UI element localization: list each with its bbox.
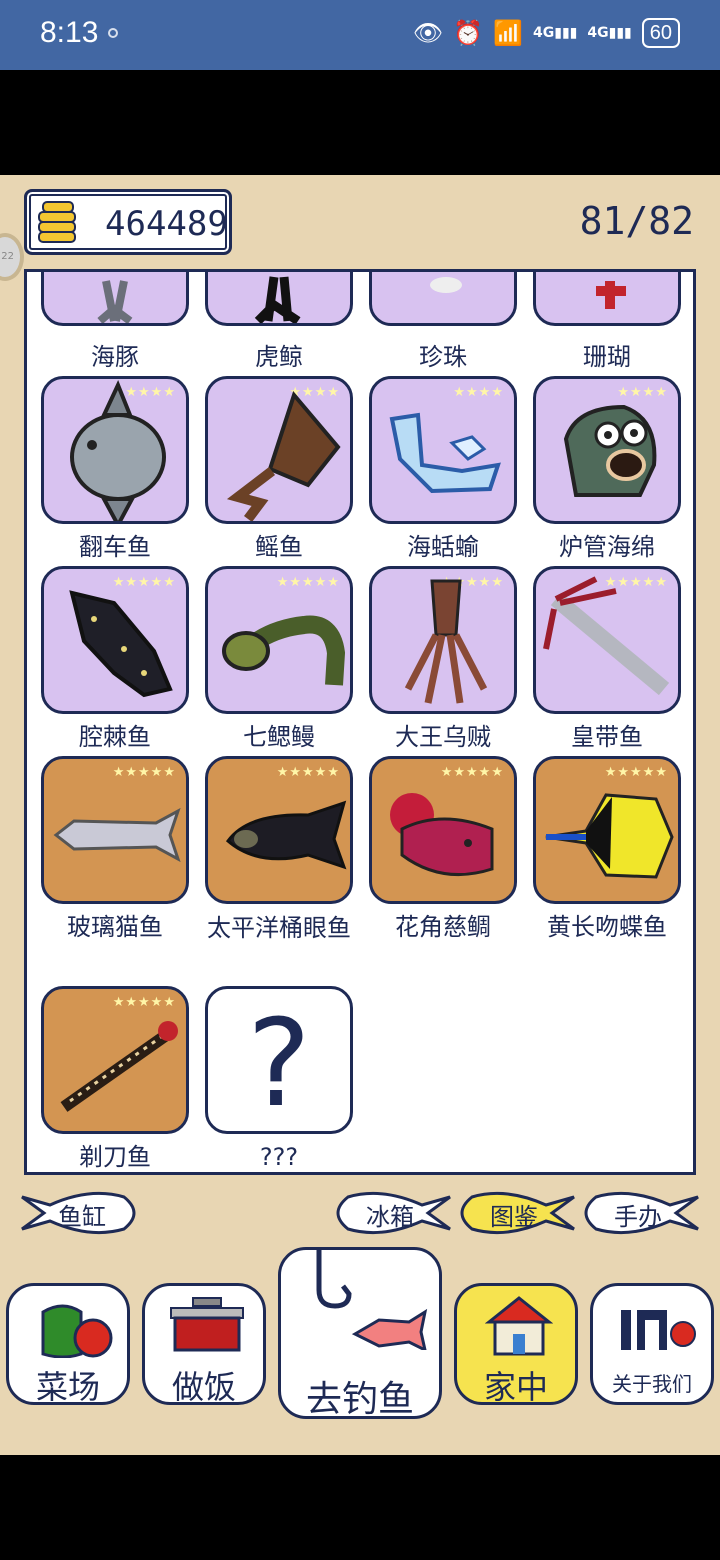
nav-market-button[interactable]: 菜场 <box>6 1283 130 1406</box>
coin-counter: 464489 <box>24 189 232 255</box>
card-giant-squid[interactable]: ★★★★★ <box>369 566 517 714</box>
coelacanth-icon <box>69 590 173 698</box>
card-oarfish[interactable]: ★★★★★ <box>533 566 681 714</box>
card-sea-slug[interactable]: ★★★★ <box>369 376 517 524</box>
pearl-icon <box>430 277 462 293</box>
nav-home-button[interactable]: 家中 <box>454 1283 578 1406</box>
card-label: 鳐鱼 <box>255 533 303 561</box>
coral-icon <box>596 281 626 309</box>
oarfish-icon <box>543 576 670 696</box>
question-mark-icon: ? <box>247 995 311 1134</box>
nav-about-button[interactable]: 关于我们 <box>590 1283 714 1405</box>
eye-icon: 👁 <box>412 19 444 47</box>
nav-label: 关于我们 <box>612 1372 692 1396</box>
card-label: 玻璃猫鱼 <box>67 913 163 941</box>
card-barrel-sponge[interactable]: ★★★★ <box>533 376 681 524</box>
card-label: 腔棘鱼 <box>79 723 151 751</box>
subtab-label: 手办 <box>614 1203 662 1231</box>
card-sunfish[interactable]: ★★★★ <box>41 376 189 524</box>
card-dolphin[interactable] <box>41 272 189 326</box>
flowerhorn-icon <box>390 793 494 876</box>
nav-label: 去钓鱼 <box>305 1379 414 1420</box>
studio-logo-icon <box>621 1310 696 1350</box>
subtab-figure[interactable]: 手办 <box>576 1191 700 1235</box>
subtab-atlas[interactable]: 图鉴 <box>452 1191 576 1235</box>
ray-icon <box>226 390 341 521</box>
status-bar: 8:13 👁 ⏰ 📶 4G▮▮▮ 4G▮▮▮ 60 <box>0 0 720 70</box>
nav-label: 菜场 <box>35 1368 100 1406</box>
barrel-sponge-icon <box>563 404 657 497</box>
signal-4g-icon-2: 4G▮▮▮ <box>587 25 632 41</box>
card-ray[interactable]: ★★★★ <box>205 376 353 524</box>
giant-squid-icon <box>404 579 488 704</box>
card-label: 黄长吻蝶鱼 <box>547 913 667 941</box>
butterflyfish-icon <box>545 793 674 879</box>
wifi-icon: 📶 <box>493 19 524 47</box>
card-label: 虎鲸 <box>255 343 303 371</box>
coin-stack-icon <box>38 201 76 243</box>
card-label: 海蛞蝓 <box>407 533 479 561</box>
subtab-label: 鱼缸 <box>58 1203 106 1231</box>
dolphin-icon <box>97 280 133 323</box>
fishing-hook-icon <box>316 1250 428 1350</box>
card-barreleye[interactable]: ★★★★★ <box>205 756 353 904</box>
battery-indicator: 60 <box>641 18 680 48</box>
status-dot-icon <box>108 28 118 38</box>
status-time: 8:13 <box>40 16 99 49</box>
glass-catfish-icon <box>53 807 181 863</box>
alarm-icon: ⏰ <box>453 19 484 47</box>
card-razorfish[interactable]: ★★★★★ <box>41 986 189 1134</box>
card-coral[interactable] <box>533 272 681 326</box>
card-label: 珊瑚 <box>583 343 631 371</box>
card-label: 花角慈鲷 <box>395 913 491 941</box>
house-icon <box>485 1296 553 1356</box>
subtab-fish-tank[interactable]: 鱼缸 <box>20 1191 144 1235</box>
nav-label: 家中 <box>483 1368 548 1406</box>
nav-go-fishing-button[interactable]: 去钓鱼 <box>278 1247 442 1420</box>
card-longnose-butterflyfish[interactable]: ★★★★★ <box>533 756 681 904</box>
collection-grid[interactable]: 海豚 虎鲸 珍珠 珊瑚 ★★★★ ★★★★ ★★★★ ★★★★ 翻车鱼 鳐鱼 海… <box>24 269 696 1175</box>
card-label: 大王乌贼 <box>395 723 491 751</box>
signal-4g-icon: 4G▮▮▮ <box>533 25 578 41</box>
sea-slug-icon <box>389 412 501 494</box>
card-glass-catfish[interactable]: ★★★★★ <box>41 756 189 904</box>
card-label: 太平洋桶眼鱼 <box>207 914 351 942</box>
status-icons: 👁 ⏰ 📶 4G▮▮▮ 4G▮▮▮ 60 <box>413 18 680 48</box>
razorfish-icon <box>60 1021 178 1112</box>
card-pearl[interactable] <box>369 272 517 326</box>
lamprey-icon <box>222 615 346 686</box>
floating-bubble-button[interactable]: 22 <box>0 233 24 281</box>
game-screen: 22 464489 81/82 海豚 虎鲸 珍珠 珊瑚 ★★★★ ★★★★ ★★… <box>0 175 720 1455</box>
vegetables-icon <box>41 1304 113 1358</box>
nav-label: 做饭 <box>171 1368 236 1406</box>
card-label: ??? <box>259 1143 299 1171</box>
coin-amount: 464489 <box>105 204 228 244</box>
card-label: 翻车鱼 <box>79 533 151 561</box>
subtab-fridge[interactable]: 冰箱 <box>328 1191 452 1235</box>
collection-count: 81/82 <box>579 199 694 243</box>
barreleye-icon <box>225 800 347 870</box>
subtab-label: 冰箱 <box>366 1203 414 1231</box>
card-flowerhorn[interactable]: ★★★★★ <box>369 756 517 904</box>
card-label: 珍珠 <box>419 343 467 371</box>
card-lamprey[interactable]: ★★★★★ <box>205 566 353 714</box>
orca-icon <box>254 276 301 323</box>
card-unknown[interactable]: ? <box>205 986 353 1134</box>
subtab-label: 图鉴 <box>490 1203 538 1231</box>
card-label: 皇带鱼 <box>571 723 643 751</box>
card-label: 海豚 <box>91 343 139 371</box>
card-orca[interactable] <box>205 272 353 326</box>
nav-cook-button[interactable]: 做饭 <box>142 1283 266 1406</box>
card-label: 七鳃鳗 <box>243 723 315 751</box>
pot-icon <box>170 1297 244 1352</box>
card-label: 剃刀鱼 <box>79 1143 151 1171</box>
card-coelacanth[interactable]: ★★★★★ <box>41 566 189 714</box>
sunfish-icon <box>70 379 166 521</box>
card-label: 炉管海绵 <box>559 533 655 561</box>
